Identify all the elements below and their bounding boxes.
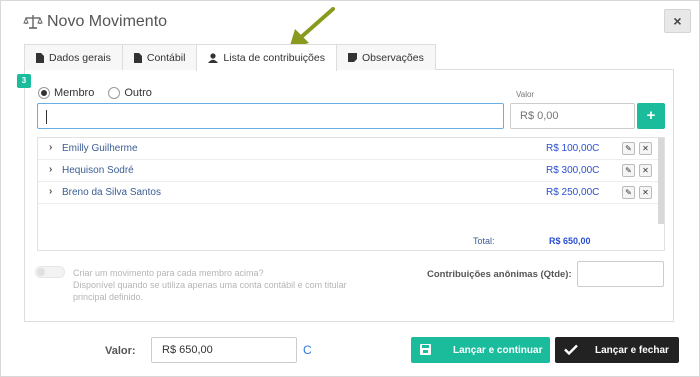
balance-scale-icon [23, 15, 43, 29]
step-badge: 3 [17, 74, 31, 88]
file-icon [36, 52, 44, 63]
contribution-list: › Emilly Guilherme R$ 100,00C ✎ ✕ › Hequ… [37, 137, 665, 251]
close-icon[interactable]: ✕ [639, 186, 652, 199]
tab-bar: Dados gerais Contábil Lista de contribui… [24, 44, 674, 71]
launch-and-close-label: Lançar e fechar [595, 345, 669, 356]
valor-input[interactable] [510, 103, 635, 129]
text-caret [46, 110, 47, 124]
list-item: › Breno da Silva Santos R$ 250,00C ✎ ✕ [38, 182, 658, 204]
outro-radio[interactable] [108, 87, 121, 99]
sticky-note-icon [347, 53, 357, 62]
close-button[interactable]: × [664, 9, 691, 33]
tab-label: Dados gerais [49, 51, 111, 64]
list-item: › Emilly Guilherme R$ 100,00C ✎ ✕ [38, 138, 658, 160]
contribution-amount: R$ 100,00C [546, 143, 600, 154]
per-member-option-text: Criar um movimento para cada membro acim… [73, 267, 373, 303]
tab-label: Lista de contribuições [223, 52, 325, 64]
close-icon[interactable]: ✕ [639, 142, 652, 155]
total-value: R$ 650,00 [549, 236, 591, 246]
valor-label: Valor [516, 90, 535, 99]
footer-valor-field[interactable]: R$ 650,00 [151, 337, 297, 363]
chevron-right-icon[interactable]: › [49, 186, 52, 197]
modal-header: Novo Movimento × [1, 1, 699, 43]
edit-icon[interactable]: ✎ [622, 164, 635, 177]
option-hint: Disponível quando se utiliza apenas uma … [73, 280, 347, 302]
contributor-name: Hequison Sodré [62, 165, 134, 176]
member-search-input[interactable] [37, 103, 504, 129]
member-type-radio-group: Membro Outro [38, 87, 166, 99]
membro-radio-label: Membro [54, 87, 95, 99]
tab-lista-de-contribuicoes[interactable]: Lista de contribuições [196, 44, 337, 71]
modal-title: Novo Movimento [47, 13, 168, 30]
user-icon [208, 53, 219, 63]
save-icon [420, 344, 431, 355]
modal-dialog: Novo Movimento × Dados gerais Contábil L… [0, 0, 700, 377]
list-scrollbar[interactable] [658, 138, 664, 224]
tab-contabil[interactable]: Contábil [121, 44, 198, 70]
edit-icon[interactable]: ✎ [622, 142, 635, 155]
per-member-toggle[interactable] [35, 266, 65, 278]
check-icon [564, 344, 578, 355]
contributor-name: Emilly Guilherme [62, 143, 138, 154]
membro-radio[interactable] [38, 87, 50, 99]
anonymous-count-label: Contribuições anônimas (Qtde): [427, 269, 572, 280]
tab-dados-gerais[interactable]: Dados gerais [24, 44, 123, 70]
outro-radio-label: Outro [124, 87, 152, 99]
footer-valor-label: Valor: [105, 345, 136, 357]
option-question: Criar um movimento para cada membro acim… [73, 268, 264, 278]
total-label: Total: [473, 236, 495, 246]
chevron-right-icon[interactable]: › [49, 142, 52, 153]
list-item: › Hequison Sodré R$ 300,00C ✎ ✕ [38, 160, 658, 182]
close-icon[interactable]: ✕ [639, 164, 652, 177]
edit-icon[interactable]: ✎ [622, 186, 635, 199]
tab-observacoes[interactable]: Observações [335, 44, 436, 70]
launch-and-close-button[interactable]: Lançar e fechar [555, 337, 679, 363]
add-contribution-button[interactable]: + [637, 103, 665, 129]
contributor-name: Breno da Silva Santos [62, 187, 161, 198]
launch-and-continue-label: Lançar e continuar [453, 345, 543, 356]
tab-label: Observações [361, 51, 424, 64]
contribution-amount: R$ 250,00C [546, 187, 600, 198]
file-icon [133, 52, 142, 63]
anonymous-count-input[interactable] [577, 261, 664, 287]
contribution-amount: R$ 300,00C [546, 165, 600, 176]
footer-credit-suffix: C [303, 343, 312, 357]
chevron-right-icon[interactable]: › [49, 164, 52, 175]
tab-label: Contábil [146, 51, 186, 64]
launch-and-continue-button[interactable]: Lançar e continuar [411, 337, 550, 363]
